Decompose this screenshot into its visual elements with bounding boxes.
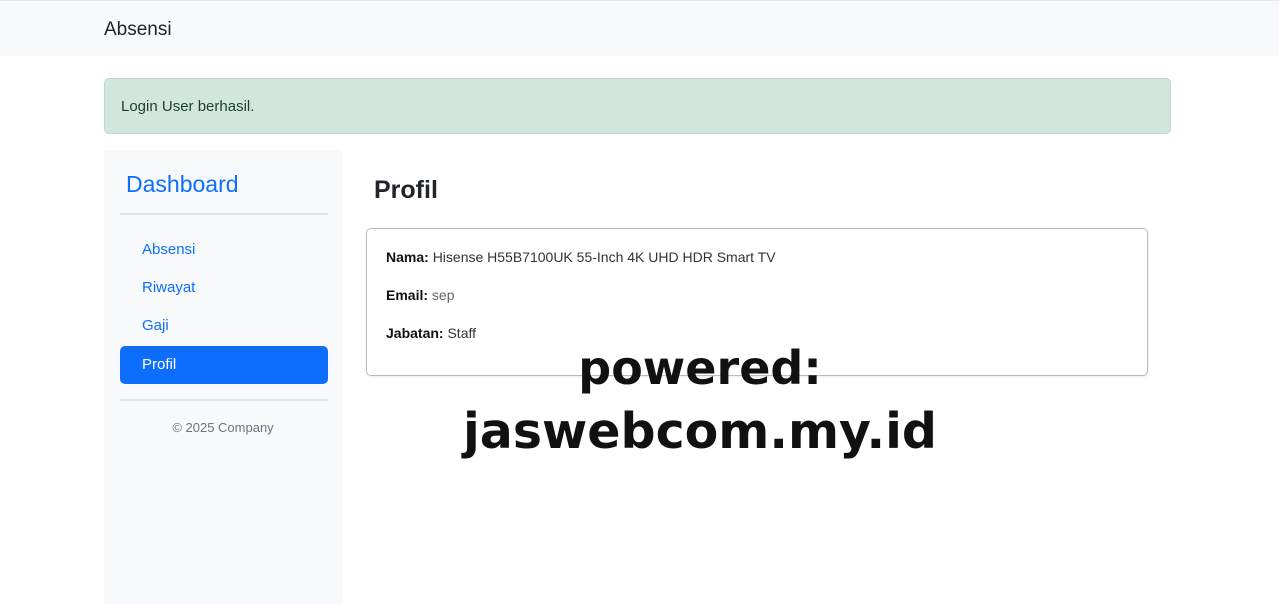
sidebar-title: Dashboard	[126, 171, 239, 197]
email-value: sep	[431, 287, 454, 303]
sidebar-item-riwayat[interactable]: Riwayat	[120, 269, 328, 307]
sidebar-divider-bottom	[120, 399, 328, 401]
watermark-line-1: powered:	[578, 341, 822, 395]
watermark: powered: jaswebcom.my.id	[440, 338, 960, 462]
watermark-line-2: jaswebcom.my.id	[463, 403, 937, 460]
role-label: Jabatan:	[386, 325, 444, 341]
profile-email-row: Email: sep	[386, 286, 454, 304]
navbar-brand[interactable]: Absensi	[104, 19, 172, 41]
sidebar-item-gaji[interactable]: Gaji	[120, 307, 328, 345]
copyright-text: © 2025 Company	[172, 420, 274, 435]
success-alert: Login User berhasil.	[104, 78, 1171, 134]
sidebar-divider-top	[120, 213, 328, 215]
name-value: Hisense H55B7100UK 55-Inch 4K UHD HDR Sm…	[432, 249, 776, 265]
email-label: Email:	[386, 287, 429, 303]
sidebar-item-absensi[interactable]: Absensi	[120, 231, 328, 269]
sidebar-item-profil[interactable]: Profil	[120, 346, 328, 384]
name-label: Nama:	[386, 249, 429, 265]
profile-name-row: Nama: Hisense H55B7100UK 55-Inch 4K UHD …	[386, 248, 776, 266]
alert-message: Login User berhasil.	[121, 98, 255, 115]
page-title: Profil	[374, 176, 438, 204]
top-navbar: Absensi	[0, 0, 1279, 56]
sidebar: Dashboard Absensi Riwayat Gaji Profil © …	[104, 150, 342, 604]
